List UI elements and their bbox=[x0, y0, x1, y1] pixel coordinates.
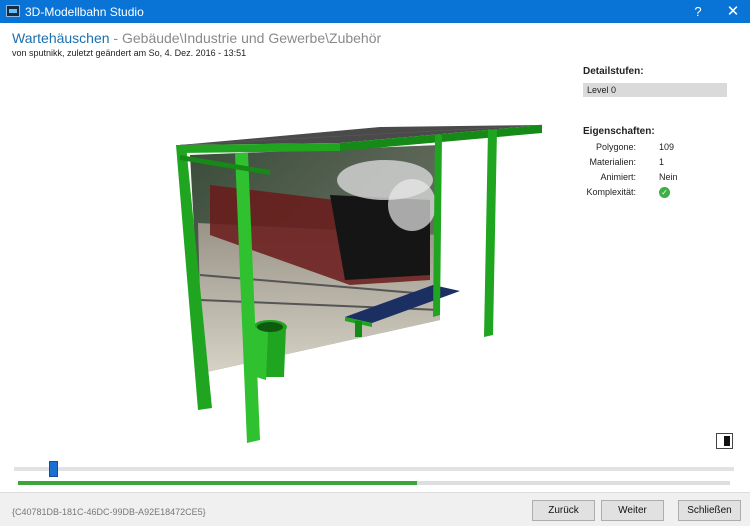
page-title: Wartehäuschen - Gebäude\Industrie und Ge… bbox=[12, 30, 381, 46]
property-row: Polygone: 109 bbox=[583, 142, 733, 154]
model-guid: {C40781DB-181C-46DC-99DB-A92E18472CE5} bbox=[12, 507, 206, 517]
level-of-detail-select[interactable]: Level 0 bbox=[583, 83, 727, 97]
property-value: 109 bbox=[659, 142, 675, 152]
property-key: Komplexität: bbox=[586, 187, 636, 197]
next-button[interactable]: Weiter bbox=[601, 500, 664, 521]
property-row: Komplexität: ✓ bbox=[583, 187, 733, 199]
details-panel: Detailstufen: Level 0 bbox=[583, 66, 733, 97]
property-key: Animiert: bbox=[600, 172, 636, 182]
property-value: ✓ bbox=[659, 187, 670, 199]
preview-window: 3D-Modellbahn Studio ? ✕ Wartehäuschen -… bbox=[0, 0, 750, 526]
close-window-button[interactable]: ✕ bbox=[716, 0, 750, 23]
load-progress-fill bbox=[18, 481, 417, 485]
back-button[interactable]: Zurück bbox=[532, 500, 595, 521]
property-row: Materialien: 1 bbox=[583, 157, 733, 169]
property-key: Polygone: bbox=[595, 142, 636, 152]
model-name: Wartehäuschen bbox=[12, 30, 110, 46]
timeline-slider-thumb[interactable] bbox=[49, 461, 59, 477]
load-progress-bar bbox=[18, 481, 730, 485]
close-button[interactable]: Schließen bbox=[678, 500, 741, 521]
footer-bar: {C40781DB-181C-46DC-99DB-A92E18472CE5} Z… bbox=[0, 492, 750, 526]
title-bar: 3D-Modellbahn Studio ? ✕ bbox=[0, 0, 750, 23]
window-title: 3D-Modellbahn Studio bbox=[25, 5, 144, 19]
check-circle-icon: ✓ bbox=[659, 187, 670, 199]
properties-heading: Eigenschaften: bbox=[583, 126, 655, 137]
detail-levels-heading: Detailstufen: bbox=[583, 66, 644, 77]
back-wall-image bbox=[190, 145, 441, 373]
property-key: Materialien: bbox=[589, 157, 636, 167]
help-button[interactable]: ? bbox=[681, 0, 715, 23]
property-row: Animiert: Nein bbox=[583, 172, 733, 184]
timeline-slider-track[interactable] bbox=[14, 467, 734, 471]
app-icon bbox=[6, 5, 20, 17]
property-value: Nein bbox=[659, 172, 678, 182]
author-info: von sputnikk, zuletzt geändert am So, 4.… bbox=[12, 48, 247, 58]
property-value: 1 bbox=[659, 157, 665, 167]
contrast-toggle-button[interactable] bbox=[716, 433, 733, 449]
trash-bin bbox=[253, 320, 287, 380]
model-3d-viewport[interactable] bbox=[150, 105, 560, 450]
model-category-path: - Gebäude\Industrie und Gewerbe\Zubehör bbox=[109, 30, 382, 46]
